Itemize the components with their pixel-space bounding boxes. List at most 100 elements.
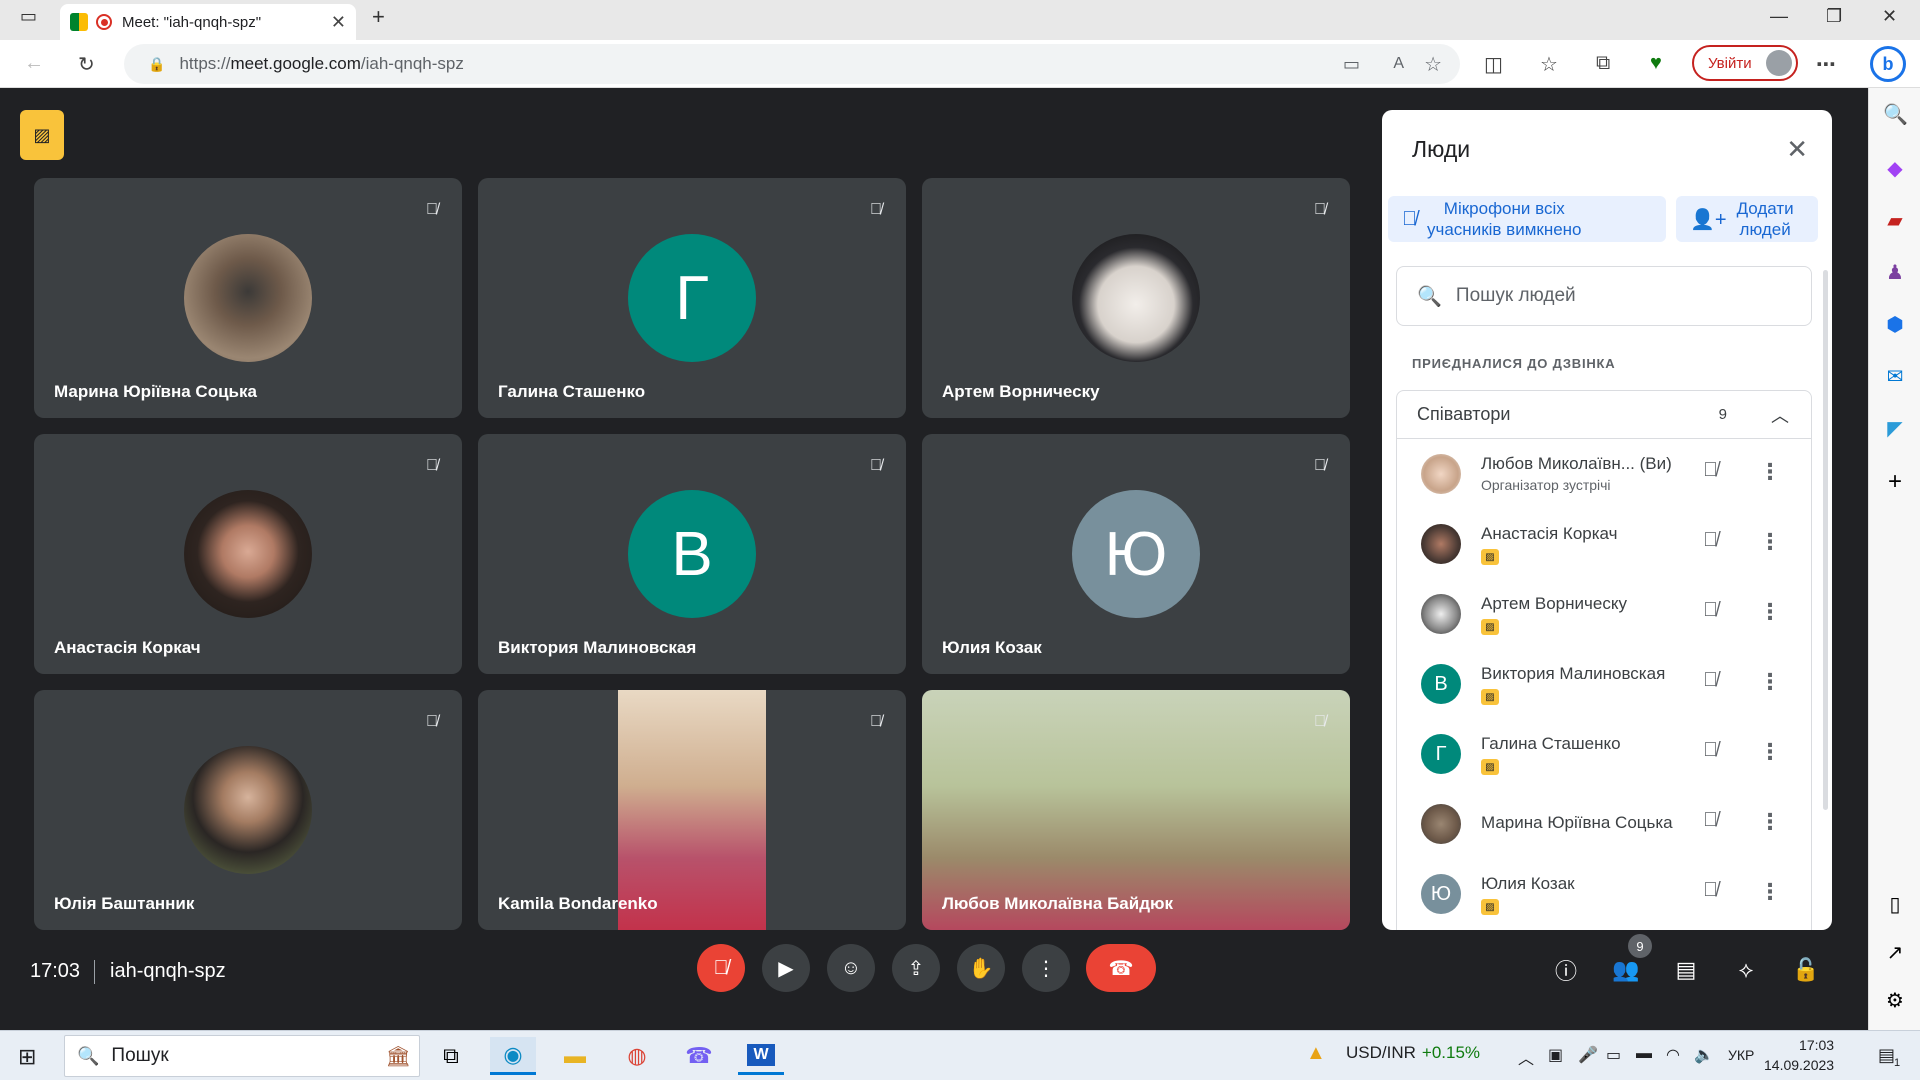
outlook-icon[interactable]: ✉	[1883, 364, 1907, 389]
participant-tile[interactable]: 🎙̸ Анастасія Коркач	[34, 434, 462, 674]
close-panel-icon[interactable]: ✕	[1786, 134, 1808, 165]
more-vert-icon[interactable]: ⋮	[1759, 809, 1781, 835]
battery-icon[interactable]: ▬	[1636, 1045, 1652, 1063]
tab-close-icon[interactable]: ✕	[331, 12, 346, 33]
add-app-icon[interactable]: +	[1883, 468, 1907, 496]
participant-tile[interactable]: 🎙̸ Любов Миколаївна Байдюк	[922, 690, 1350, 930]
notification-count: 1	[1894, 1057, 1901, 1069]
games-icon[interactable]: ♟	[1883, 260, 1907, 285]
split-screen-icon[interactable]: ◫	[1484, 52, 1503, 77]
mute-all-button[interactable]: 🎙̸ Мікрофони всіх учасників вимкнено	[1388, 196, 1666, 242]
minimize-icon[interactable]: —	[1770, 6, 1788, 27]
person-name: Любов Миколаївн... (Ви)	[1481, 454, 1672, 474]
present-button[interactable]: ⇪	[892, 944, 940, 992]
list-item[interactable]: Любов Миколаївн... (Ви) Організатор зуст…	[1397, 439, 1811, 509]
list-item[interactable]: Ю Юлия Козак ▨ 🎙̸ ⋮	[1397, 859, 1811, 929]
list-item[interactable]: Артем Ворническу ▨ 🎙̸ ⋮	[1397, 579, 1811, 649]
participant-tile[interactable]: 🎙̸ Юлія Баштанник	[34, 690, 462, 930]
back-icon[interactable]: ←	[24, 52, 44, 75]
device-icon[interactable]: ▣	[1548, 1045, 1563, 1065]
camera-tray-icon[interactable]: ▭	[1606, 1045, 1621, 1065]
address-bar[interactable]: 🔒 https://meet.google.com/iah-qnqh-spz ▭…	[124, 44, 1460, 84]
participant-tile[interactable]: 🎙̸ Артем Ворническу	[922, 178, 1350, 418]
participant-tile[interactable]: 🎙̸ Kamila Bondarenko	[478, 690, 906, 930]
taskbar-viber[interactable]: ☎	[676, 1037, 722, 1075]
person-name-text: Любов Миколаївн...	[1481, 454, 1635, 473]
participant-name: Юлія Баштанник	[54, 894, 195, 913]
participant-tile[interactable]: В 🎙̸ Виктория Малиновская	[478, 434, 906, 674]
camera-toggle-button[interactable]: ▶	[762, 944, 810, 992]
system-clock[interactable]: 17:03 14.09.2023	[1764, 1035, 1834, 1075]
people-search-input[interactable]: 🔍 Пошук людей	[1396, 266, 1812, 326]
microphone-icon[interactable]: 🎤	[1578, 1045, 1598, 1065]
people-button[interactable]: 👥	[1610, 954, 1642, 986]
reactions-button[interactable]: ☺	[827, 944, 875, 992]
taskbar-explorer[interactable]: ▬	[552, 1037, 598, 1075]
sidebar-layout-icon[interactable]: ▯	[1883, 892, 1907, 917]
search-icon[interactable]: 🔍	[1883, 102, 1908, 127]
more-vert-icon[interactable]: ⋮	[1759, 529, 1781, 555]
shopping-icon[interactable]: ◆	[1883, 156, 1907, 181]
participant-tile[interactable]: Г 🎙̸ Галина Сташенко	[478, 178, 906, 418]
add-people-button[interactable]: 👤+ Додати людей	[1676, 196, 1818, 242]
leave-call-button[interactable]: ☎	[1086, 944, 1156, 992]
contributors-header[interactable]: Співавтори 9 ︿	[1397, 391, 1811, 439]
collections-icon[interactable]: ⧉	[1596, 52, 1610, 75]
more-vert-icon[interactable]: ⋮	[1759, 879, 1781, 905]
notifications-icon[interactable]: ▤	[1878, 1045, 1895, 1066]
participant-name: Kamila Bondarenko	[498, 894, 658, 913]
open-external-icon[interactable]: ↗	[1883, 940, 1907, 965]
windows-start-icon[interactable]: ⊞	[18, 1044, 36, 1070]
tools-icon[interactable]: ▰	[1883, 208, 1907, 233]
settings-gear-icon[interactable]: ⚙	[1883, 988, 1907, 1013]
maximize-icon[interactable]: ❐	[1826, 6, 1842, 27]
taskbar-search[interactable]: 🔍 Пошук 🏛	[64, 1035, 420, 1077]
favorites-icon[interactable]: ☆	[1540, 52, 1558, 77]
participant-name: Любов Миколаївна Байдюк	[942, 894, 1174, 913]
more-options-button[interactable]: ⋮	[1022, 944, 1070, 992]
chevron-up-icon[interactable]: ︿	[1518, 1045, 1534, 1069]
browser-essentials-icon[interactable]: ♥	[1650, 52, 1662, 75]
more-vert-icon[interactable]: ⋮	[1759, 669, 1781, 695]
favorite-star-icon[interactable]: ☆	[1424, 52, 1442, 77]
mic-toggle-button[interactable]: 🎙̸	[697, 944, 745, 992]
avatar	[1421, 524, 1461, 564]
camera-blocked-banner-icon[interactable]: ▨	[20, 110, 64, 160]
language-indicator[interactable]: УКР	[1728, 1047, 1754, 1063]
volume-icon[interactable]: 🔈	[1694, 1045, 1714, 1065]
new-tab-icon[interactable]: +	[372, 4, 385, 30]
list-item[interactable]: Марина Юріївна Соцька 🎙̸ ⋮	[1397, 789, 1811, 859]
close-window-icon[interactable]: ✕	[1882, 6, 1897, 27]
login-button[interactable]: Увійти	[1692, 45, 1798, 81]
m365-icon[interactable]: ⬢	[1883, 312, 1907, 337]
task-view-button[interactable]: ⧉	[428, 1037, 474, 1075]
taskbar-chrome[interactable]: ◍	[614, 1037, 660, 1075]
activities-button[interactable]: ⟡	[1730, 954, 1762, 986]
list-item[interactable]: Г Галина Сташенко ▨ 🎙̸ ⋮	[1397, 719, 1811, 789]
stock-ticker[interactable]: USD/INR +0.15%	[1346, 1043, 1480, 1063]
chat-button[interactable]: ▤	[1670, 954, 1702, 986]
drop-icon[interactable]: ◤	[1883, 416, 1907, 441]
more-vert-icon[interactable]: ⋮	[1759, 599, 1781, 625]
taskbar-edge[interactable]: ◉	[490, 1037, 536, 1075]
list-item[interactable]: Анастасія Коркач ▨ 🎙̸ ⋮	[1397, 509, 1811, 579]
wifi-icon[interactable]: ◠	[1666, 1045, 1680, 1065]
read-aloud-icon[interactable]: A	[1393, 55, 1404, 73]
browser-tab[interactable]: Meet: "iah-qnqh-spz" ✕	[60, 4, 356, 40]
meeting-details-button[interactable]: ⓘ	[1550, 954, 1582, 986]
list-item[interactable]: В Виктория Малиновская ▨ 🎙̸ ⋮	[1397, 649, 1811, 719]
host-controls-button[interactable]: 🔓	[1790, 954, 1822, 986]
more-vert-icon[interactable]: ⋮	[1759, 459, 1781, 485]
raise-hand-button[interactable]: ✋	[957, 944, 1005, 992]
bing-copilot-icon[interactable]: b	[1870, 46, 1906, 82]
panel-scrollbar[interactable]	[1823, 270, 1828, 810]
more-menu-icon[interactable]: ⋯	[1816, 52, 1836, 77]
taskbar-word[interactable]: W	[738, 1037, 784, 1075]
more-vert-icon[interactable]: ⋮	[1759, 739, 1781, 765]
tab-actions-icon[interactable]: ▭	[20, 6, 37, 27]
chevron-up-icon[interactable]: ︿	[1771, 402, 1789, 428]
participant-tile[interactable]: Ю 🎙̸ Юлия Козак	[922, 434, 1350, 674]
camera-icon[interactable]: ▭	[1343, 54, 1360, 75]
refresh-icon[interactable]: ↻	[78, 52, 95, 77]
participant-tile[interactable]: 🎙̸ Марина Юріївна Соцька	[34, 178, 462, 418]
